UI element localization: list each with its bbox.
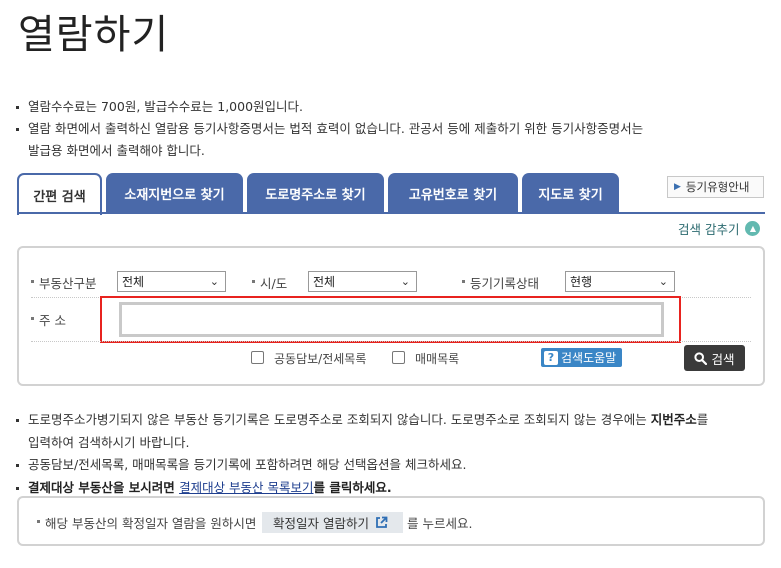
chevron-up-icon: ▲ xyxy=(745,221,761,236)
divider xyxy=(31,341,751,342)
payment-list-link[interactable]: 결제대상 부동산 목록보기 xyxy=(179,480,313,495)
search-notes: 도로명주소가병기되지 않은 부동산 등기기록은 도로명주소로 조회되지 않습니다… xyxy=(14,409,764,499)
search-icon xyxy=(694,351,708,365)
tab-lot-number[interactable]: 소재지번으로 찾기 xyxy=(106,173,243,213)
confirm-button-label: 확정일자 열람하기 xyxy=(273,516,369,531)
triangle-right-icon: ▶ xyxy=(674,182,681,192)
confirm-date-button[interactable]: 확정일자 열람하기 xyxy=(262,512,403,533)
payment-note-b: 를 클릭하세요. xyxy=(313,479,392,495)
road-address-note: 도로명주소가병기되지 않은 부동산 등기기록은 도로명주소로 조회되지 않습니다… xyxy=(14,409,764,432)
record-status-select[interactable]: 현행 ⌄ xyxy=(565,271,675,292)
search-help-button[interactable]: ? 검색도움말 xyxy=(541,348,622,367)
tab-simple-search[interactable]: 간편 검색 xyxy=(17,173,102,215)
payment-note-a: 결제대상 부동산을 보시려면 xyxy=(28,479,180,495)
tab-map[interactable]: 지도로 찾기 xyxy=(522,173,619,213)
record-status-value: 현행 xyxy=(570,275,593,289)
tab-road-address[interactable]: 도로명주소로 찾기 xyxy=(247,173,384,213)
external-link-icon xyxy=(376,516,388,528)
address-input[interactable] xyxy=(119,302,664,337)
road-address-note-end: 를 xyxy=(696,412,709,427)
hide-search-label: 검색 감추기 xyxy=(678,222,740,237)
property-type-label: 부동산구분 xyxy=(31,273,97,292)
type-guide-label: 등기유형안내 xyxy=(685,180,750,194)
road-address-note-cont: 입력하여 검색하시기 바랍니다. xyxy=(28,434,190,450)
record-status-label: 등기기록상태 xyxy=(462,273,539,292)
question-icon: ? xyxy=(544,350,558,365)
notice-fee-line: 열람수수료는 700원, 발급수수료는 1,000원입니다. xyxy=(14,96,764,118)
search-button[interactable]: 검색 xyxy=(684,345,745,371)
province-select[interactable]: 전체 ⌄ xyxy=(308,271,417,292)
property-type-value: 전체 xyxy=(122,275,145,289)
province-value: 전체 xyxy=(313,275,336,289)
chevron-down-icon: ⌄ xyxy=(658,275,668,288)
confirm-text-before: 해당 부동산의 확정일자 열람을 원하시면 xyxy=(37,513,256,532)
province-label: 시/도 xyxy=(252,273,287,292)
address-highlight xyxy=(100,296,681,343)
fee-notice: 열람수수료는 700원, 발급수수료는 1,000원입니다. 열람 화면에서 출… xyxy=(14,96,764,162)
search-button-label: 검색 xyxy=(711,351,735,367)
notice-legal-line: 열람 화면에서 출력하신 열람용 등기사항증명서는 법적 효력이 없습니다. 관… xyxy=(14,118,764,140)
confirm-date-box: 해당 부동산의 확정일자 열람을 원하시면 확정일자 열람하기 를 누르세요. xyxy=(17,496,765,546)
search-help-label: 검색도움말 xyxy=(561,351,617,365)
registration-type-guide-button[interactable]: ▶ 등기유형안내 xyxy=(667,176,764,198)
property-type-select[interactable]: 전체 ⌄ xyxy=(117,271,226,292)
joint-collateral-label: 공동담보/전세목록 xyxy=(274,352,367,366)
page-title: 열람하기 xyxy=(18,12,170,58)
tab-underline xyxy=(17,212,765,214)
options-note: 공동담보/전세목록, 매매목록을 등기기록에 포함하려면 해당 선택옵션을 체크… xyxy=(14,454,764,477)
road-address-note-text: 도로명주소가병기되지 않은 부동산 등기기록은 도로명주소로 조회되지 않습니다… xyxy=(28,412,651,427)
search-form: 부동산구분 전체 ⌄ 시/도 전체 ⌄ 등기기록상태 현행 ⌄ 주 소 공동담보… xyxy=(17,246,765,386)
address-label: 주 소 xyxy=(31,310,66,329)
chevron-down-icon: ⌄ xyxy=(209,275,219,288)
confirm-text-after: 를 누르세요. xyxy=(407,516,473,531)
notice-legal-line-cont: 발급용 화면에서 출력해야 합니다. xyxy=(28,143,205,158)
lot-address-emphasis: 지번주소 xyxy=(650,412,697,427)
hide-search-toggle[interactable]: 검색 감추기 ▲ xyxy=(678,219,761,238)
sales-list-label: 매매목록 xyxy=(415,352,460,366)
search-tabs: 간편 검색 소재지번으로 찾기 도로명주소로 찾기 고유번호로 찾기 지도로 찾… xyxy=(17,173,623,215)
joint-collateral-checkbox[interactable] xyxy=(251,351,264,364)
sales-list-checkbox[interactable] xyxy=(392,351,405,364)
chevron-down-icon: ⌄ xyxy=(400,275,410,288)
tab-unique-number[interactable]: 고유번호로 찾기 xyxy=(388,173,518,213)
